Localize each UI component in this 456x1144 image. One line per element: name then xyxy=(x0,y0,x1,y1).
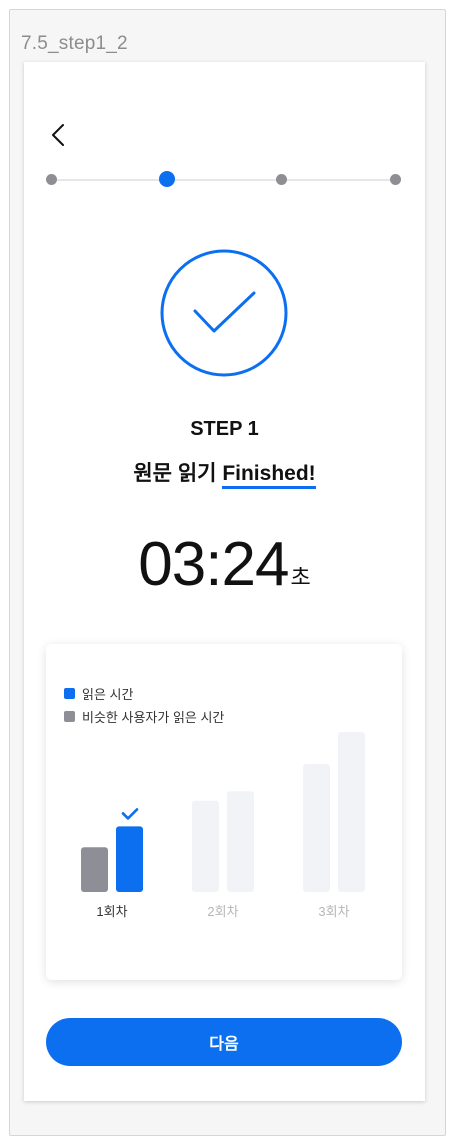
legend-swatch-blue xyxy=(64,688,75,699)
step-progress xyxy=(24,162,425,198)
round-complete-check-icon xyxy=(121,808,139,820)
step-dot-1 xyxy=(46,174,57,185)
chevron-left-icon xyxy=(52,124,64,146)
x-label-round-2: 2회차 xyxy=(207,904,238,919)
step-dot-3 xyxy=(276,174,287,185)
step-progress-line xyxy=(51,179,395,181)
reading-time-chart: 1회차 2회차 3회차 읽은 시간 비슷한 사용자가 읽은 시간 xyxy=(46,644,402,980)
bar-mine-round-2 xyxy=(227,791,254,892)
step-title: STEP 1 xyxy=(190,418,259,440)
timer-value: 03:24 xyxy=(138,530,289,599)
x-label-round-3: 3회차 xyxy=(318,904,349,919)
legend-label-my-time: 읽은 시간 xyxy=(82,687,134,702)
bar-mine-round-1 xyxy=(116,826,143,892)
screen: STEP 1 원문 읽기 Finished! 03:24초 1회차 2회차 3회차 … xyxy=(24,62,425,1101)
bar-mine-round-3 xyxy=(338,732,365,892)
back-button[interactable] xyxy=(48,122,70,148)
status-line: 원문 읽기 Finished! xyxy=(24,457,425,489)
legend-label-similar-users: 비슷한 사용자가 읽은 시간 xyxy=(82,710,225,725)
bar-similar-round-3 xyxy=(303,764,330,892)
bar-similar-round-1 xyxy=(81,847,108,892)
legend-item-my-time: 읽은 시간 xyxy=(64,682,224,705)
next-button[interactable]: 다음 xyxy=(46,1018,402,1066)
status-prefix: 원문 읽기 xyxy=(133,462,217,485)
check-circle-icon xyxy=(160,249,288,377)
frame-label: 7.5_step1_2 xyxy=(21,33,128,54)
chart-legend: 읽은 시간 비슷한 사용자가 읽은 시간 xyxy=(64,682,224,728)
reading-timer: 03:24초 xyxy=(24,529,425,600)
timer-unit: 초 xyxy=(290,565,311,590)
legend-item-similar-users: 비슷한 사용자가 읽은 시간 xyxy=(64,705,224,728)
bar-similar-round-2 xyxy=(192,800,219,892)
step-dot-4 xyxy=(390,174,401,185)
status-finished: Finished! xyxy=(222,462,316,489)
x-label-round-1: 1회차 xyxy=(96,904,127,919)
step-dot-2-current xyxy=(159,171,175,187)
legend-swatch-gray xyxy=(64,711,75,722)
